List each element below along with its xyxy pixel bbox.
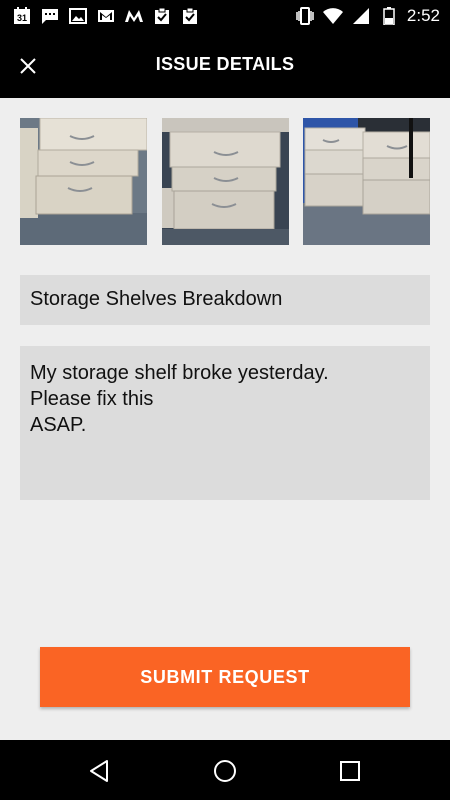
home-icon xyxy=(214,760,236,782)
vibrate-icon xyxy=(295,6,315,26)
back-icon xyxy=(90,760,108,782)
app-bar: ISSUE DETAILS xyxy=(0,34,450,98)
navigation-bar xyxy=(0,740,450,800)
calendar-icon: 31 xyxy=(12,6,32,26)
page-title: ISSUE DETAILS xyxy=(155,54,295,74)
notification-icons: 31 xyxy=(12,6,200,26)
issue-title-field[interactable]: Storage Shelves Breakdown xyxy=(20,275,430,325)
issue-photo-2[interactable] xyxy=(161,118,289,245)
issue-photo-3[interactable] xyxy=(303,118,430,245)
recents-button[interactable] xyxy=(335,756,365,786)
status-bar: 31 2:52 xyxy=(0,0,450,34)
back-button[interactable] xyxy=(84,756,114,786)
clipboard-check-icon xyxy=(152,6,172,26)
image-icon xyxy=(68,6,88,26)
recents-icon xyxy=(340,761,360,781)
status-time: 2:52 xyxy=(406,6,440,25)
clipboard-check-icon xyxy=(180,6,200,26)
wifi-icon xyxy=(322,6,343,26)
submit-request-button[interactable]: SUBMIT REQUEST xyxy=(40,647,410,707)
system-icons: 2:52 xyxy=(295,6,440,26)
photo-gallery xyxy=(20,118,430,245)
calendar-day: 31 xyxy=(17,13,27,23)
home-button[interactable] xyxy=(210,756,240,786)
signal-icon xyxy=(351,6,371,26)
gmail-icon xyxy=(96,6,116,26)
issue-description-field[interactable]: My storage shelf broke yesterday. Please… xyxy=(20,346,430,500)
chat-icon xyxy=(40,6,60,26)
m-icon xyxy=(124,6,144,26)
battery-icon xyxy=(379,6,399,26)
issue-photo-1[interactable] xyxy=(20,118,147,245)
